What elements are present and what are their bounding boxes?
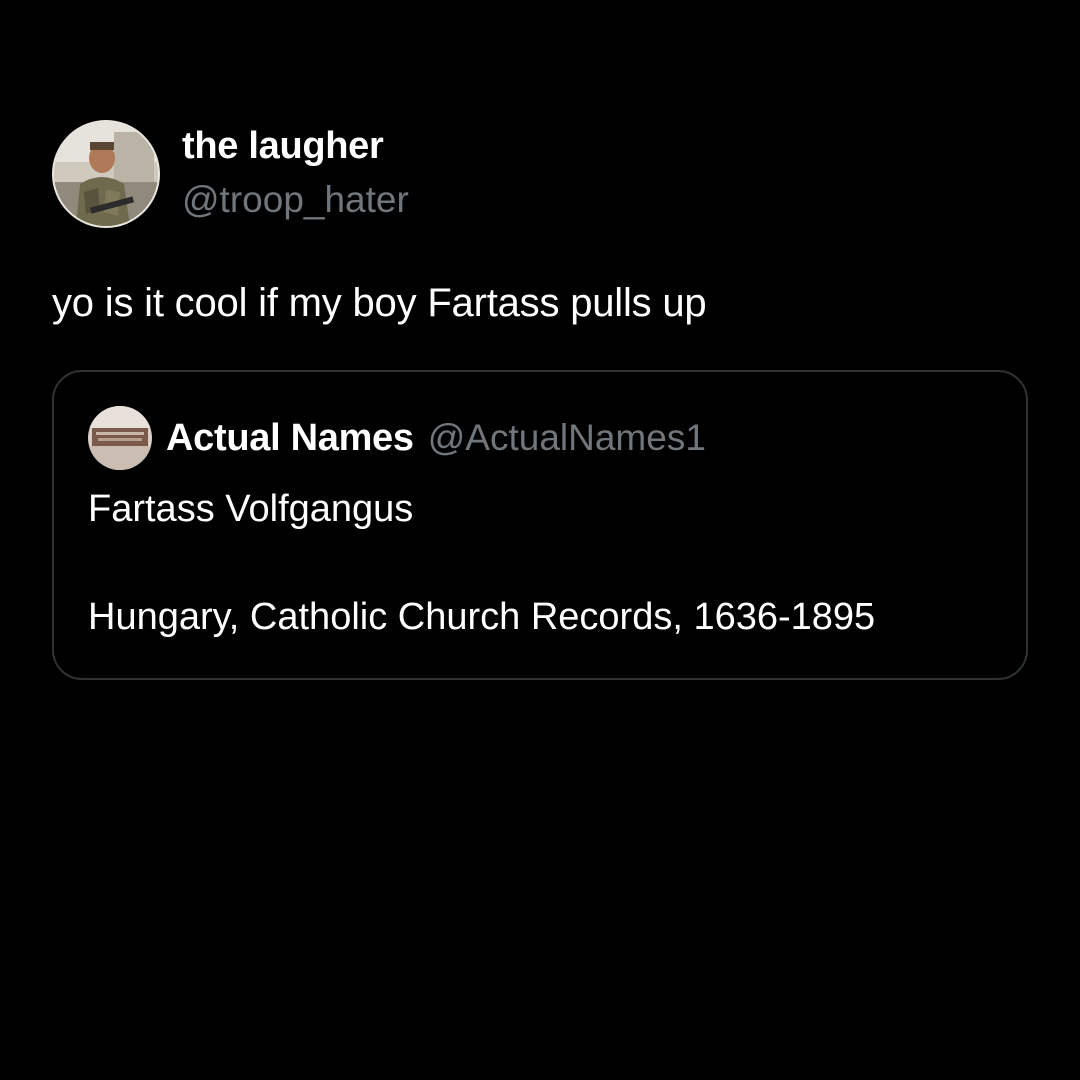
quoted-author-handle[interactable]: @ActualNames1: [428, 417, 706, 459]
tweet-text: yo is it cool if my boy Fartass pulls up: [52, 281, 707, 325]
quoted-tweet-line: Hungary, Catholic Church Records, 1636-1…: [88, 596, 876, 638]
document-record-icon: [88, 406, 152, 470]
quoted-author-row: Actual Names @ActualNames1: [88, 406, 992, 470]
author-display-name[interactable]: the laugher: [182, 124, 409, 168]
quoted-author-avatar[interactable]: [88, 406, 152, 470]
author-handle[interactable]: @troop_hater: [182, 178, 409, 222]
author-avatar[interactable]: [52, 120, 160, 228]
tweet-author-row: the laugher @troop_hater: [52, 120, 1028, 230]
profile-photo-icon: [54, 122, 158, 226]
quoted-tweet-card[interactable]: Actual Names @ActualNames1 Fartass Volfg…: [52, 370, 1028, 680]
author-meta: the laugher @troop_hater: [182, 120, 409, 222]
quoted-author-display-name[interactable]: Actual Names: [166, 417, 414, 460]
tweet: the laugher @troop_hater yo is it cool i…: [52, 120, 1028, 680]
quoted-tweet-line: Fartass Volfgangus: [88, 488, 414, 530]
